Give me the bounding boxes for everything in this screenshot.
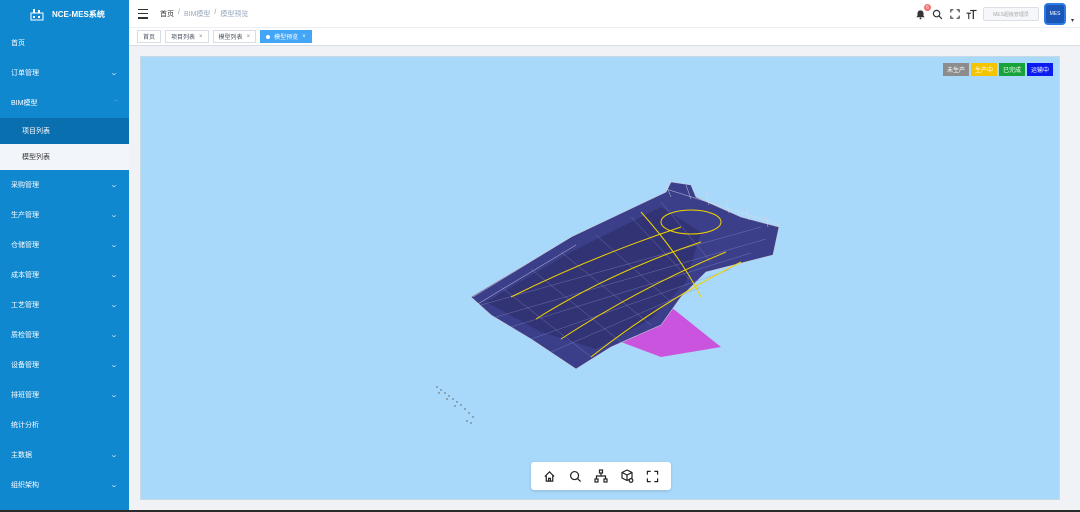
sidebar-item-label: BIM模型	[11, 100, 38, 107]
logo-bar[interactable]: NCE-MES系统	[0, 0, 129, 28]
notification-badge: 6	[923, 4, 931, 11]
font-size-icon[interactable]	[966, 8, 978, 20]
breadcrumb: 首页 / BIM模型 / 模型预览	[160, 9, 248, 19]
sidebar-item-master-data[interactable]: 主数据 ⌄	[0, 440, 129, 470]
sidebar-item-purchasing[interactable]: 采购管理 ⌄	[0, 170, 129, 200]
app-title: NCE-MES系统	[52, 9, 105, 19]
search-icon[interactable]	[567, 468, 583, 484]
breadcrumb-separator: /	[178, 8, 180, 16]
chevron-down-icon: ⌄	[109, 362, 119, 369]
breadcrumb-item-model-preview: 模型预览	[220, 10, 249, 18]
chevron-down-icon: ⌄	[109, 272, 119, 279]
breadcrumb-item-bim: BIM模型	[183, 10, 211, 18]
breadcrumb-item-home[interactable]: 首页	[160, 9, 174, 19]
sidebar-subitem-project-list[interactable]: 项目列表	[0, 118, 129, 144]
status-in-production[interactable]: 生产中	[970, 63, 997, 76]
chevron-down-icon: ⌄	[109, 302, 119, 309]
close-icon[interactable]: ×	[199, 34, 203, 40]
chevron-down-icon: ⌄	[109, 212, 119, 219]
chevron-down-icon: ⌄	[109, 452, 119, 459]
sidebar: NCE-MES系统 首页 订单管理 ⌄ BIM模型 ˆ 项目列表 模型列表 采购…	[0, 0, 129, 512]
model-tree-icon[interactable]	[593, 468, 609, 484]
sidebar-item-orders[interactable]: 订单管理 ⌄	[0, 58, 129, 88]
factory-logo-icon	[30, 9, 44, 21]
fullscreen-icon[interactable]	[949, 8, 961, 20]
sidebar-item-label: 首页	[11, 40, 25, 47]
viewer-toolbar	[531, 462, 671, 490]
hamburger-menu-icon[interactable]	[138, 8, 148, 19]
sidebar-item-process[interactable]: 工艺管理 ⌄	[0, 290, 129, 320]
caret-down-icon[interactable]: ▾	[1071, 17, 1074, 24]
chevron-down-icon: ⌄	[109, 182, 119, 189]
top-navbar: 首页 / BIM模型 / 模型预览 6 MES超级管理员 MES ▾	[129, 0, 1080, 28]
bim-3d-model[interactable]	[141, 57, 1060, 500]
sidebar-item-label: 订单管理	[11, 70, 39, 77]
sidebar-subitem-label: 项目列表	[22, 128, 50, 135]
navbar-right: 6 MES超级管理员 MES ▾	[915, 0, 1080, 28]
active-dot-icon	[266, 34, 271, 39]
tag-model-preview[interactable]: 模型预览 ×	[260, 30, 312, 43]
status-not-produced[interactable]: 未生产	[942, 63, 969, 76]
search-icon[interactable]	[932, 8, 944, 20]
sidebar-subitem-label: 模型列表	[22, 154, 50, 161]
sidebar-item-label: 主数据	[11, 452, 32, 459]
chevron-down-icon: ⌄	[109, 70, 119, 77]
tags-view: 首页 项目列表 × 模型列表 × 模型预览 ×	[129, 28, 1080, 46]
tag-label: 模型预览	[274, 35, 299, 41]
tag-project-list[interactable]: 项目列表 ×	[165, 30, 209, 43]
bell-icon[interactable]: 6	[915, 4, 931, 20]
sidebar-menu: 首页 订单管理 ⌄ BIM模型 ˆ 项目列表 模型列表 采购管理 ⌄ 生产管理	[0, 28, 129, 500]
tag-model-list[interactable]: 模型列表 ×	[212, 30, 257, 43]
sidebar-item-label: 设备管理	[11, 362, 39, 369]
sidebar-item-cost[interactable]: 成本管理 ⌄	[0, 260, 129, 290]
chevron-down-icon: ⌄	[109, 332, 119, 339]
fullscreen-icon[interactable]	[644, 468, 660, 484]
close-icon[interactable]: ×	[302, 34, 306, 40]
sidebar-item-organization[interactable]: 组织架构 ⌄	[0, 470, 129, 500]
user-role-select[interactable]: MES超级管理员	[982, 7, 1039, 21]
chevron-down-icon: ⌄	[109, 392, 119, 399]
sidebar-item-label: 统计分析	[11, 422, 39, 429]
sidebar-item-label: 工艺管理	[11, 302, 39, 309]
sidebar-subitem-model-list[interactable]: 模型列表	[0, 144, 129, 170]
chevron-down-icon: ⌄	[109, 482, 119, 489]
sidebar-item-label: 排班管理	[11, 392, 39, 399]
chevron-down-icon: ⌄	[109, 242, 119, 249]
sidebar-item-bim[interactable]: BIM模型 ˆ	[0, 88, 129, 118]
sidebar-item-label: 质检管理	[11, 332, 39, 339]
properties-cube-icon[interactable]	[619, 468, 635, 484]
sidebar-item-warehouse[interactable]: 仓储管理 ⌄	[0, 230, 129, 260]
sidebar-item-quality[interactable]: 质检管理 ⌄	[0, 320, 129, 350]
status-completed[interactable]: 已完成	[998, 63, 1025, 76]
sidebar-item-label: 仓储管理	[11, 242, 39, 249]
status-in-transit[interactable]: 运输中	[1026, 63, 1053, 76]
tag-label: 首页	[143, 35, 156, 41]
status-legend: 未生产 生产中 已完成 运输中	[942, 63, 1053, 76]
sidebar-item-production[interactable]: 生产管理 ⌄	[0, 200, 129, 230]
close-icon[interactable]: ×	[247, 34, 251, 40]
sidebar-item-equipment[interactable]: 设备管理 ⌄	[0, 350, 129, 380]
tag-label: 项目列表	[171, 35, 196, 41]
sidebar-item-label: 成本管理	[11, 272, 39, 279]
sidebar-item-label: 采购管理	[11, 182, 39, 189]
bim-model-viewer[interactable]: 未生产 生产中 已完成 运输中	[140, 56, 1060, 500]
breadcrumb-separator: /	[214, 8, 217, 16]
tag-label: 模型列表	[218, 35, 243, 41]
sidebar-item-home[interactable]: 首页	[0, 28, 129, 58]
sidebar-item-label: 组织架构	[11, 482, 39, 489]
chevron-up-icon: ˆ	[114, 99, 118, 107]
home-icon[interactable]	[542, 468, 558, 484]
avatar[interactable]: MES	[1043, 3, 1066, 25]
sidebar-item-statistics[interactable]: 统计分析	[0, 410, 129, 440]
sidebar-item-label: 生产管理	[11, 212, 39, 219]
tag-home[interactable]: 首页	[137, 30, 162, 43]
main-content: 未生产 生产中 已完成 运输中	[129, 46, 1080, 512]
sidebar-item-scheduling[interactable]: 排班管理 ⌄	[0, 380, 129, 410]
